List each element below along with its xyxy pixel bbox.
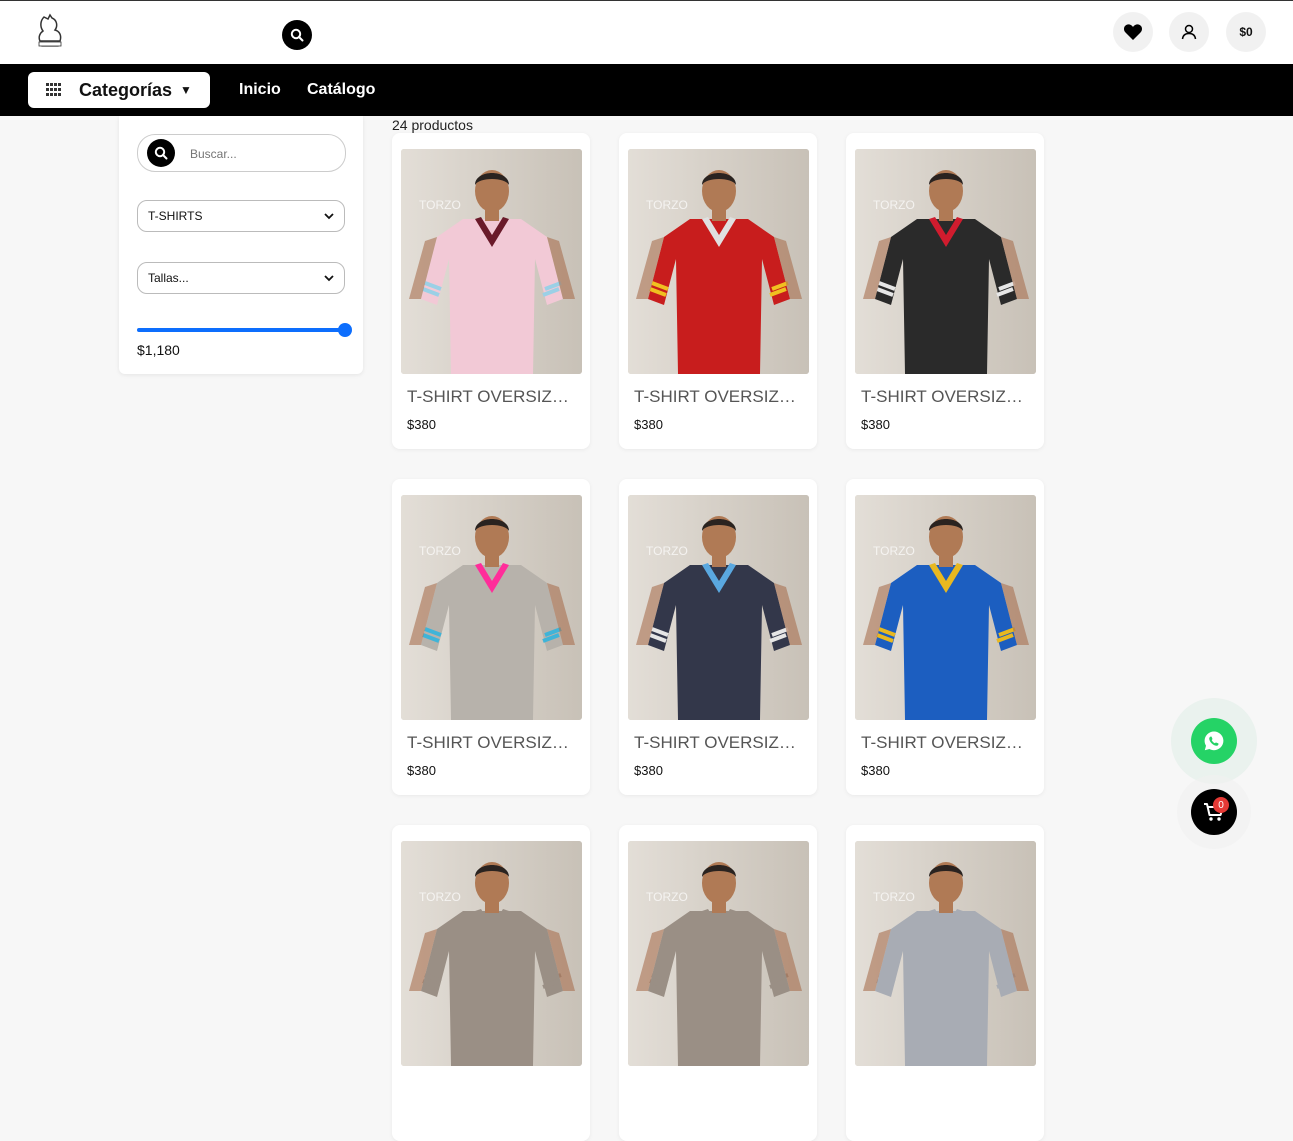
- wishlist-button[interactable]: [1113, 12, 1153, 52]
- product-card[interactable]: TORZO: [392, 825, 590, 1141]
- product-card[interactable]: TORZO T-SHIRT OVERSIZE MESH MARINO $380: [619, 479, 817, 795]
- product-price: $380: [861, 417, 890, 432]
- product-price: $380: [634, 417, 663, 432]
- price-range-slider[interactable]: [137, 323, 352, 337]
- product-name[interactable]: T-SHIRT OVERSIZE MESH GRIS: [407, 733, 579, 753]
- product-card[interactable]: TORZO T-SHIRT OVERSIZE MESH NEGRA $380: [846, 133, 1044, 449]
- product-name[interactable]: T-SHIRT OVERSIZE MESH MARINO: [634, 733, 806, 753]
- logo[interactable]: [34, 13, 66, 49]
- cart-total-button[interactable]: $0: [1226, 12, 1266, 52]
- price-range-track: [137, 328, 345, 332]
- svg-text:TORZO: TORZO: [873, 544, 915, 558]
- whatsapp-widget: [1171, 698, 1257, 784]
- svg-text:TORZO: TORZO: [419, 544, 461, 558]
- product-image[interactable]: TORZO: [855, 841, 1036, 1066]
- cart-total: $0: [1239, 25, 1253, 39]
- product-image[interactable]: TORZO: [401, 495, 582, 720]
- main-nav: Categorías ▼ Inicio Catálogo: [0, 64, 1293, 116]
- product-price: $380: [861, 763, 890, 778]
- nav-link-catalogo[interactable]: Catálogo: [307, 81, 375, 99]
- search-icon[interactable]: [147, 139, 175, 167]
- account-button[interactable]: [1169, 12, 1209, 52]
- category-select[interactable]: T-SHIRTS: [137, 200, 345, 232]
- product-card[interactable]: TORZO: [619, 825, 817, 1141]
- size-select[interactable]: Tallas...: [137, 262, 345, 294]
- product-name[interactable]: T-SHIRT OVERSIZE MESH NEGRA: [861, 387, 1033, 407]
- product-price: $380: [407, 763, 436, 778]
- heart-icon: [1123, 24, 1143, 40]
- svg-text:TORZO: TORZO: [646, 544, 688, 558]
- product-name[interactable]: T-SHIRT OVERSIZE MESH ROJA: [634, 387, 806, 407]
- product-image[interactable]: TORZO: [401, 841, 582, 1066]
- product-card[interactable]: TORZO T-SHIRT OVERSIZE MESH ROSA $380: [392, 133, 590, 449]
- svg-text:TORZO: TORZO: [419, 198, 461, 212]
- product-name[interactable]: T-SHIRT OVERSIZE MESH ROSA: [407, 387, 579, 407]
- product-card[interactable]: TORZO T-SHIRT OVERSIZE MESH GRIS $380: [392, 479, 590, 795]
- chevron-down-icon: [324, 213, 334, 220]
- product-image[interactable]: TORZO: [628, 495, 809, 720]
- product-price: $380: [634, 763, 663, 778]
- user-icon: [1181, 24, 1197, 40]
- svg-text:TORZO: TORZO: [873, 890, 915, 904]
- product-name[interactable]: T-SHIRT OVERSIZE MESH AZUL: [861, 733, 1033, 753]
- whatsapp-button[interactable]: [1191, 718, 1237, 764]
- svg-text:TORZO: TORZO: [873, 198, 915, 212]
- search-toggle-button[interactable]: [282, 20, 312, 50]
- caret-down-icon: ▼: [180, 83, 192, 97]
- size-select-value: Tallas...: [148, 271, 189, 285]
- torzo-logo-icon: [38, 13, 62, 47]
- filter-sidebar: T-SHIRTS Tallas... $1,180: [119, 116, 363, 374]
- sidebar-search: [137, 134, 346, 172]
- product-card[interactable]: TORZO T-SHIRT OVERSIZE MESH ROJA $380: [619, 133, 817, 449]
- product-count: 24 productos: [392, 117, 473, 133]
- floating-cart-button[interactable]: [1191, 789, 1237, 835]
- product-card[interactable]: TORZO: [846, 825, 1044, 1141]
- svg-text:TORZO: TORZO: [419, 890, 461, 904]
- svg-text:TORZO: TORZO: [646, 198, 688, 212]
- product-image[interactable]: TORZO: [855, 495, 1036, 720]
- top-header: $0: [0, 1, 1293, 64]
- product-image[interactable]: TORZO: [628, 841, 809, 1066]
- product-price: $380: [407, 417, 436, 432]
- svg-text:TORZO: TORZO: [646, 890, 688, 904]
- price-max-label: $1,180: [137, 342, 180, 358]
- nav-link-inicio[interactable]: Inicio: [239, 81, 281, 99]
- search-input[interactable]: [188, 143, 337, 165]
- grid-icon: [46, 83, 61, 96]
- category-select-value: T-SHIRTS: [148, 209, 203, 223]
- search-icon: [290, 28, 304, 42]
- price-range-thumb[interactable]: [338, 323, 352, 337]
- categories-button[interactable]: Categorías ▼: [28, 72, 210, 108]
- product-image[interactable]: TORZO: [628, 149, 809, 374]
- chevron-down-icon: [324, 275, 334, 282]
- product-image[interactable]: TORZO: [855, 149, 1036, 374]
- product-image[interactable]: TORZO: [401, 149, 582, 374]
- cart-count-badge: 0: [1213, 797, 1229, 813]
- product-card[interactable]: TORZO T-SHIRT OVERSIZE MESH AZUL $380: [846, 479, 1044, 795]
- categories-label: Categorías: [79, 79, 173, 100]
- whatsapp-icon: [1204, 731, 1224, 751]
